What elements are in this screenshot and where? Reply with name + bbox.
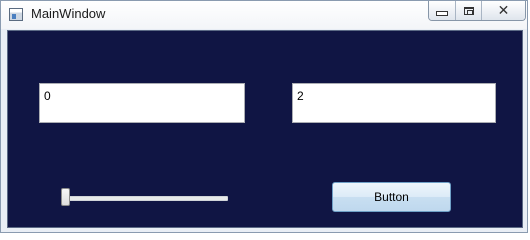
minimize-icon — [436, 11, 448, 16]
value-textbox-right[interactable]: 2 — [292, 83, 496, 123]
maximize-icon — [463, 6, 474, 15]
value-textbox-left[interactable]: 0 — [39, 83, 245, 123]
close-button[interactable]: ✕ — [481, 1, 525, 20]
close-icon: ✕ — [497, 2, 510, 19]
value-slider[interactable] — [58, 186, 228, 208]
main-window: MainWindow ✕ 0 2 Button — [0, 0, 528, 233]
title-bar[interactable]: MainWindow ✕ — [1, 1, 527, 29]
window-title: MainWindow — [31, 6, 106, 21]
maximize-button[interactable] — [455, 1, 481, 20]
minimize-button[interactable] — [429, 1, 455, 20]
slider-track[interactable] — [62, 196, 228, 201]
slider-thumb[interactable] — [61, 188, 70, 206]
window-controls: ✕ — [428, 1, 526, 21]
app-window-icon[interactable] — [9, 8, 23, 21]
action-button[interactable]: Button — [332, 182, 451, 212]
client-area: 0 2 Button — [7, 30, 523, 228]
